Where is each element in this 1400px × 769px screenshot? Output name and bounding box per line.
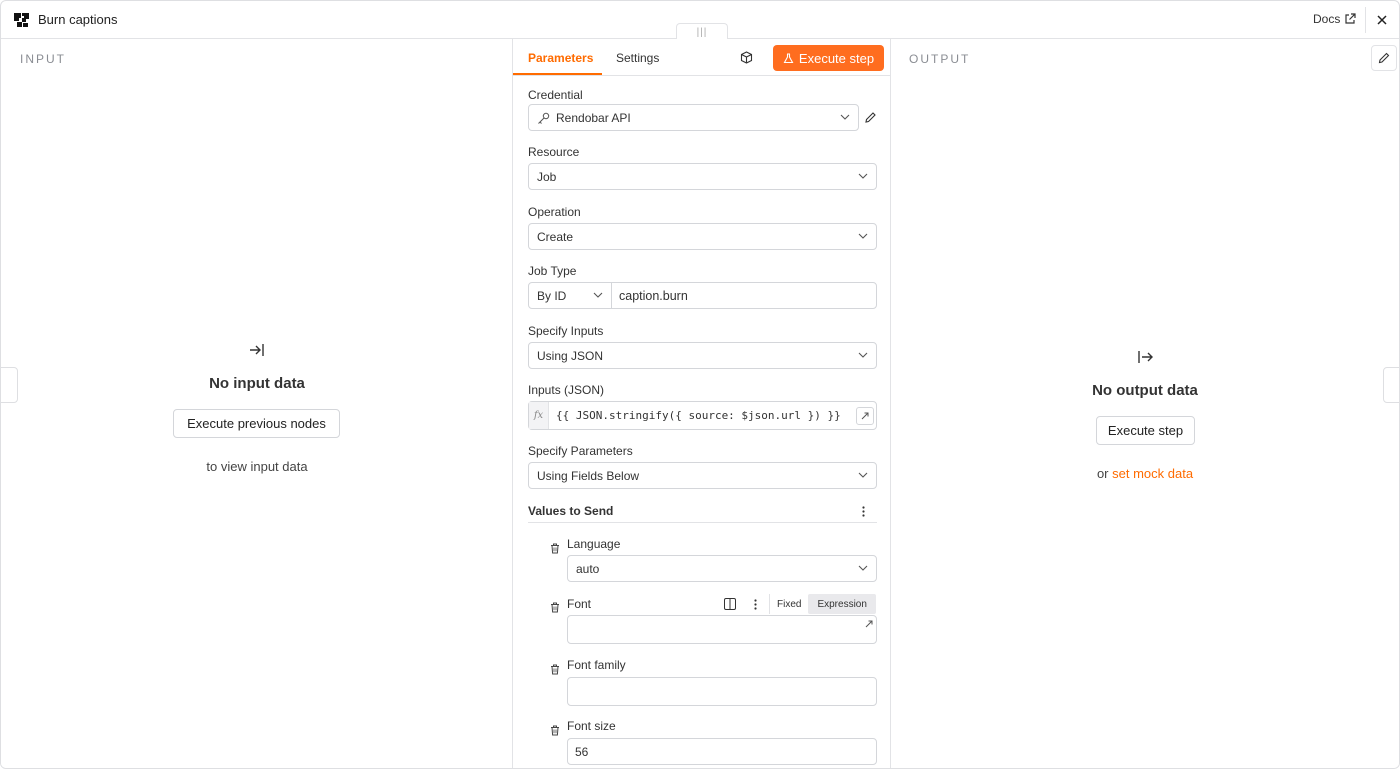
font-family-label: Font family <box>567 658 626 672</box>
execute-step-button[interactable]: Execute step <box>773 45 884 71</box>
font-size-value: 56 <box>575 744 589 759</box>
fixed-expression-toggle: Fixed Expression <box>769 594 876 614</box>
trash-icon[interactable] <box>550 664 560 675</box>
job-type-id-input[interactable]: caption.burn <box>611 282 877 309</box>
panel-tabs: Parameters Settings Execute step <box>513 39 890 76</box>
chevron-down-icon <box>858 565 868 571</box>
resource-value: Job <box>537 169 557 184</box>
chevron-down-icon <box>858 352 868 358</box>
docs-label: Docs <box>1313 12 1341 26</box>
specify-parameters-select[interactable]: Using Fields Below <box>528 462 877 489</box>
arrow-right-from-line-icon <box>1138 351 1153 363</box>
operation-label: Operation <box>528 205 581 219</box>
expand-expression-button[interactable] <box>856 407 874 425</box>
chevron-down-icon <box>593 292 603 298</box>
credential-value: Rendobar API <box>556 110 631 125</box>
specify-inputs-select[interactable]: Using JSON <box>528 342 877 369</box>
input-panel: INPUT No input data Execute previous nod… <box>1 40 512 768</box>
flask-icon <box>783 52 794 63</box>
arrow-right-to-line-icon <box>250 344 264 356</box>
font-label: Font <box>567 597 592 611</box>
inputs-json-label: Inputs (JSON) <box>528 383 605 397</box>
more-options-icon[interactable] <box>754 599 757 610</box>
language-label: Language <box>567 537 621 551</box>
job-type-mode-select[interactable]: By ID <box>528 282 612 309</box>
active-tab-indicator <box>513 73 602 75</box>
resource-label: Resource <box>528 145 580 159</box>
trash-icon[interactable] <box>550 602 560 613</box>
output-mock-line: or set mock data <box>1035 466 1255 481</box>
credential-select[interactable]: Rendobar API <box>528 104 859 131</box>
job-type-id-value: caption.burn <box>619 288 688 303</box>
credential-label: Credential <box>528 88 583 102</box>
output-panel-label: OUTPUT <box>909 52 971 66</box>
right-collapse-handle[interactable] <box>1383 367 1399 403</box>
parameters-panel: Parameters Settings Execute step Credent… <box>512 39 891 768</box>
chevron-down-icon <box>858 173 868 179</box>
left-collapse-handle[interactable] <box>1 367 18 403</box>
edit-output-button[interactable] <box>1371 45 1397 71</box>
output-empty-title: No output data <box>1092 382 1198 399</box>
toggle-expression[interactable]: Expression <box>808 594 876 614</box>
font-family-input[interactable] <box>567 677 877 706</box>
output-execute-step-button[interactable]: Execute step <box>1096 416 1195 445</box>
specify-inputs-label: Specify Inputs <box>528 324 604 338</box>
font-expression-input[interactable] <box>567 615 877 644</box>
expand-icon <box>861 412 869 420</box>
section-divider <box>528 522 877 523</box>
language-value: auto <box>576 561 600 576</box>
trash-icon[interactable] <box>550 725 560 736</box>
execute-previous-nodes-button[interactable]: Execute previous nodes <box>173 409 340 438</box>
set-mock-data-link[interactable]: set mock data <box>1112 466 1193 481</box>
expand-icon[interactable] <box>865 620 873 628</box>
specify-parameters-label: Specify Parameters <box>528 444 633 458</box>
operation-value: Create <box>537 229 574 244</box>
pencil-icon <box>1378 52 1390 64</box>
docs-link[interactable]: Docs <box>1313 12 1356 26</box>
specify-parameters-value: Using Fields Below <box>537 468 640 483</box>
job-type-mode-value: By ID <box>537 288 567 303</box>
specify-inputs-value: Using JSON <box>537 348 604 363</box>
font-size-input[interactable]: 56 <box>567 738 877 765</box>
input-panel-label: INPUT <box>20 52 66 66</box>
close-icon[interactable] <box>1375 13 1389 27</box>
external-link-icon <box>1345 13 1356 24</box>
operation-select[interactable]: Create <box>528 223 877 250</box>
chevron-down-icon <box>840 114 850 120</box>
trash-icon[interactable] <box>550 543 560 554</box>
node-logo-icon <box>14 13 29 27</box>
toggle-fixed[interactable]: Fixed <box>769 594 808 614</box>
chevron-down-icon <box>858 472 868 478</box>
node-details-window: Burn captions Docs ||| INPUT No input da… <box>0 0 1400 769</box>
input-empty-title: No input data <box>209 375 305 392</box>
font-size-label: Font size <box>567 719 616 733</box>
more-options-icon[interactable] <box>862 506 865 517</box>
inputs-json-expression-field[interactable]: fx {{ JSON.stringify({ source: $json.url… <box>528 401 877 430</box>
panel-drag-handle[interactable]: ||| <box>676 23 728 40</box>
job-type-label: Job Type <box>528 264 577 278</box>
execute-step-label: Execute step <box>798 50 875 66</box>
window-title: Burn captions <box>38 12 118 27</box>
chevron-down-icon <box>858 233 868 239</box>
edit-credential-icon[interactable] <box>864 111 877 124</box>
tab-settings[interactable]: Settings <box>616 51 659 65</box>
key-icon <box>538 112 550 124</box>
header-divider <box>1365 7 1366 33</box>
inputs-json-value: {{ JSON.stringify({ source: $json.url })… <box>556 409 841 422</box>
fx-icon: fx <box>529 402 549 429</box>
resource-select[interactable]: Job <box>528 163 877 190</box>
or-text: or <box>1096 466 1109 481</box>
language-select[interactable]: auto <box>567 555 877 582</box>
cube-icon[interactable] <box>740 51 753 64</box>
side-panel-icon[interactable] <box>724 598 736 610</box>
tab-parameters[interactable]: Parameters <box>528 51 593 65</box>
values-to-send-label: Values to Send <box>528 504 614 518</box>
input-empty-subtext: to view input data <box>206 459 308 474</box>
output-panel: OUTPUT No output data Execute step or se… <box>891 40 1399 768</box>
